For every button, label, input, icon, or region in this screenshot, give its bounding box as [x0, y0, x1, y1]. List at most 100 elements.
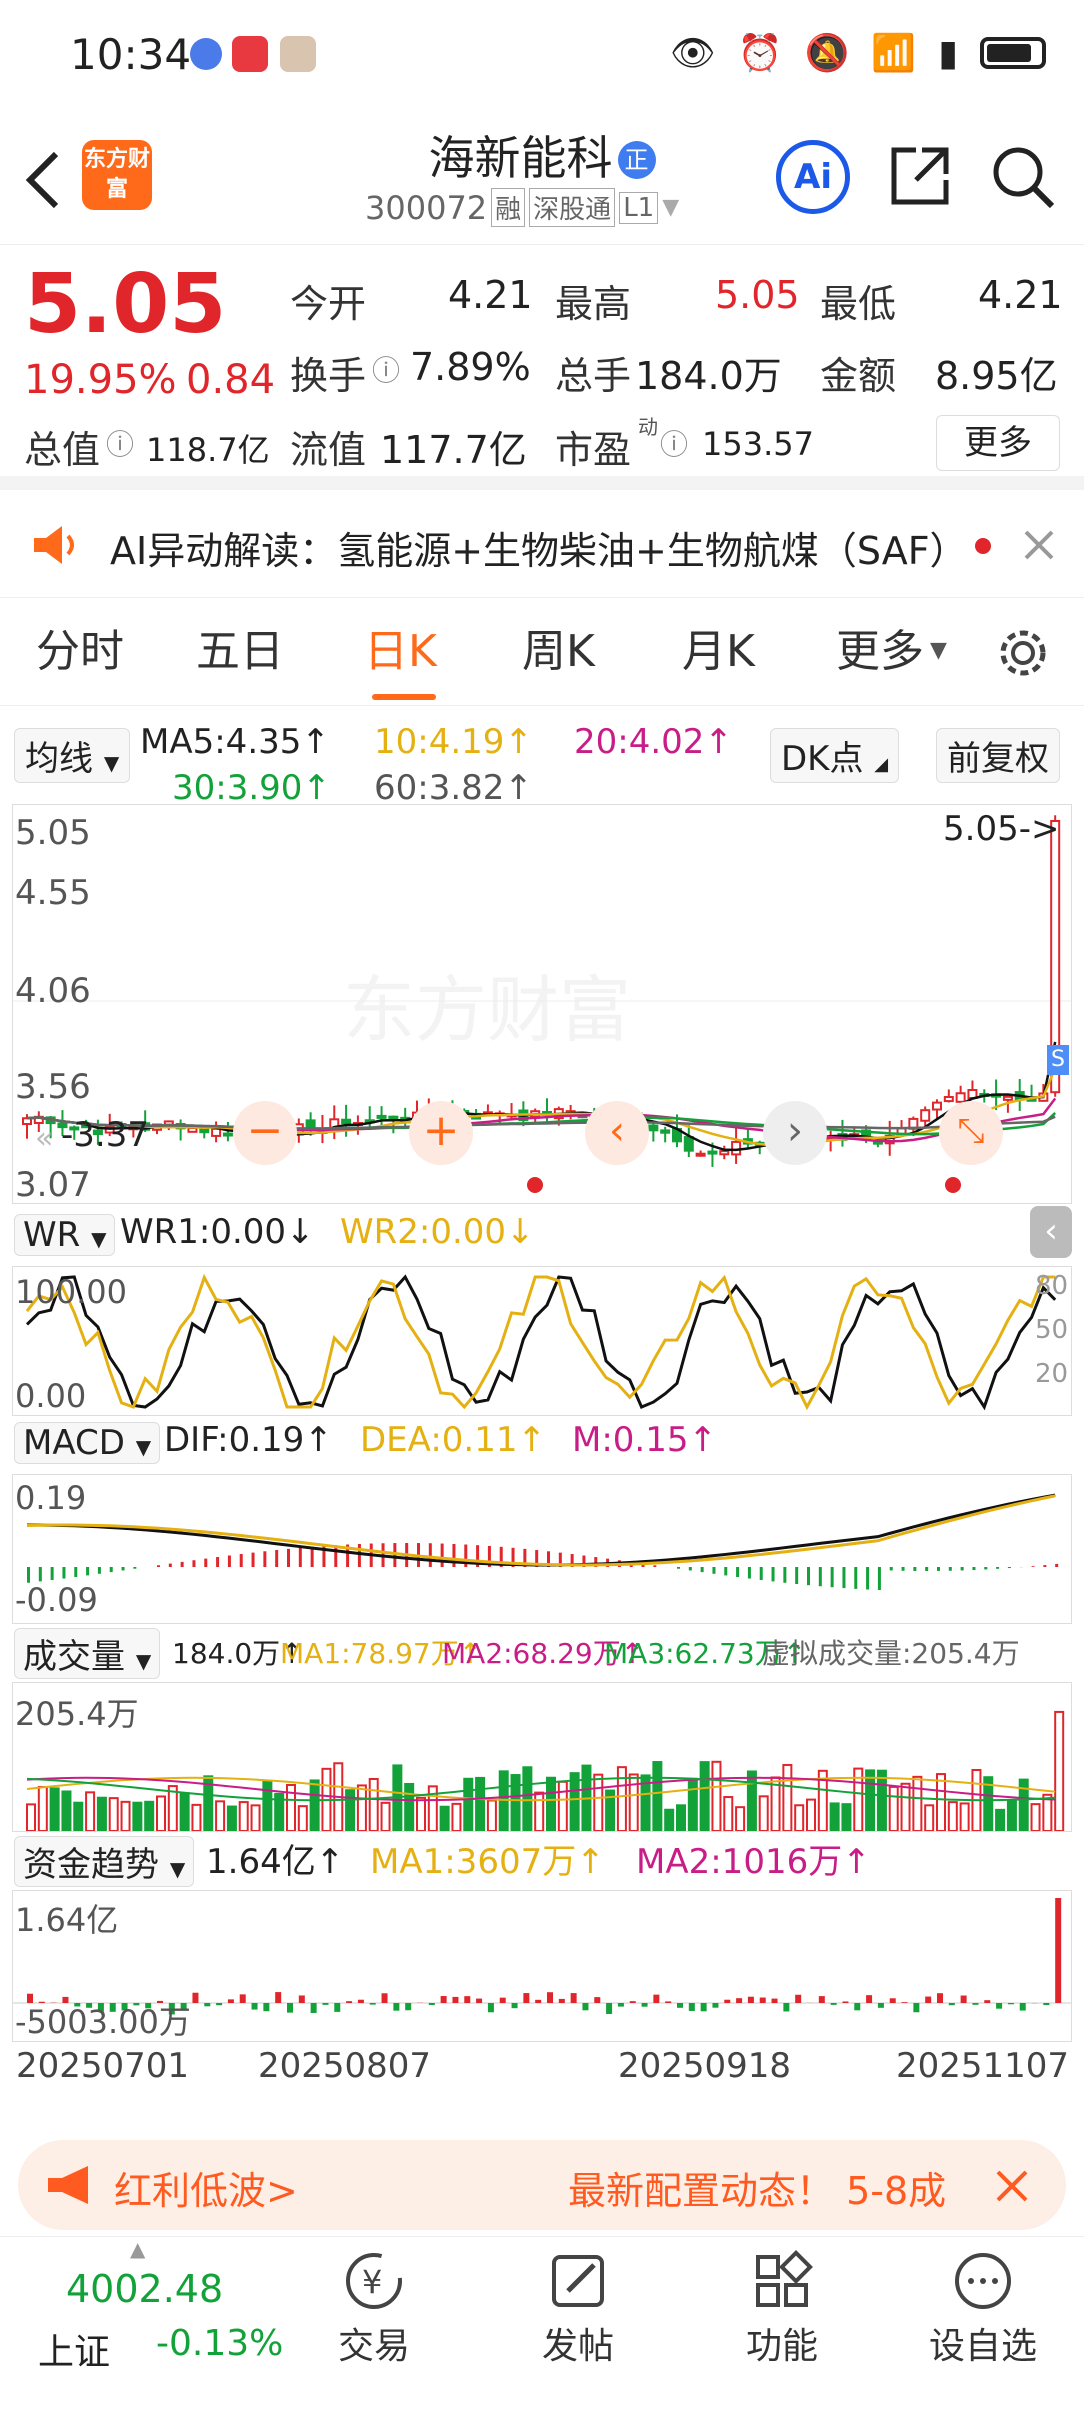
period-tabs: 分时 五日 日K 周K 月K 更多 ▼ [0, 598, 1084, 706]
banner-left-text[interactable]: 红利低波> [114, 2160, 298, 2215]
macd-panel[interactable]: 0.19 -0.09 [12, 1474, 1072, 1624]
signal-icon: ▮ [938, 32, 958, 74]
grid-icon [756, 2250, 813, 2307]
rewind-icon[interactable]: « [35, 1121, 53, 1156]
fund-bar [499, 1997, 506, 2003]
volume-panel[interactable]: 205.4万 [12, 1682, 1072, 1832]
m-value: M:0.15↑ [572, 1420, 717, 1460]
macd-select[interactable]: MACD ▼ [14, 1422, 161, 1464]
mcap-label: 总值 [24, 428, 101, 472]
next-button[interactable]: › [763, 1101, 827, 1165]
macd-bar [688, 1567, 692, 1571]
fund-bar [606, 2003, 613, 2014]
adjust-button[interactable]: 前复权 [936, 728, 1060, 783]
macd-bar [854, 1567, 858, 1589]
candle-panel[interactable]: 东方财富 5.05 4.55 4.06 3.56 3.07 5.05-> -3.… [12, 804, 1072, 1205]
caret-down-icon: ▼ [930, 638, 947, 663]
nav-add-watchlist[interactable]: 设自选 [928, 2249, 1038, 2369]
mute-icon: 🔕 [804, 33, 850, 74]
nav-add-watchlist-label: 设自选 [928, 2326, 1037, 2367]
fund-bar [547, 1992, 553, 2003]
fund-panel[interactable]: 1.64亿 -5003.00万 [12, 1890, 1072, 2042]
candle-body [388, 1115, 399, 1120]
tab-five-day[interactable]: 五日 [196, 598, 284, 706]
fund-bar [984, 2000, 991, 2003]
index-change[interactable]: -0.13% [156, 2323, 283, 2364]
prev-button[interactable]: ‹ [585, 1101, 649, 1165]
fund-bar [747, 1996, 754, 2003]
fund-trend-select[interactable]: 资金趋势 ▼ [14, 1836, 195, 1887]
zoom-in-button[interactable]: + [409, 1101, 473, 1165]
bottom-nav: ▲ 4002.48 上证 -0.13% ¥ 交易 发帖 功能 设自选 [0, 2236, 1084, 2412]
zoom-out-button[interactable]: − [233, 1101, 297, 1165]
volume-select[interactable]: 成交量 ▼ [14, 1628, 161, 1679]
fund-bar [322, 2003, 329, 2005]
stock-code-row: 300072 融 深股通 L1 ▼ [365, 188, 679, 227]
volume-bar [1006, 1799, 1017, 1831]
macd-bar [74, 1567, 78, 1577]
ai-button[interactable]: Ai [776, 140, 850, 214]
close-icon[interactable] [1022, 528, 1056, 562]
fund-bar [759, 1997, 766, 2003]
macd-bar [216, 1557, 220, 1567]
macd-bar [62, 1567, 66, 1579]
volume-bar [356, 1784, 367, 1831]
dk-point-button[interactable]: DK点 ◢ [770, 728, 900, 783]
candle-body [1002, 1095, 1013, 1101]
share-icon[interactable] [888, 144, 952, 208]
fund-bar [889, 1998, 896, 2003]
caret-up-icon[interactable]: ▲ [130, 2237, 145, 2261]
nav-trade[interactable]: ¥ 交易 [334, 2249, 414, 2369]
index-name[interactable]: 上证 [38, 2323, 110, 2375]
fund-bar [960, 1995, 967, 2003]
float-mcap-value: 117.7亿 [380, 428, 527, 472]
collapse-panel-button[interactable]: ‹ [1030, 1206, 1072, 1258]
fund-bar [1019, 2003, 1026, 2011]
wr-panel[interactable]: 100.00 0.00 80 50 20 [12, 1266, 1072, 1416]
ma-select[interactable]: 均线 ▼ [14, 728, 131, 783]
macd-bar [50, 1567, 54, 1580]
status-time: 10:34 [70, 30, 192, 79]
kline-chart-area[interactable]: 均线 ▼ MA5:4.35↑ 10:4.19↑ 20:4.02↑ 30:3.90… [0, 706, 1084, 2126]
tab-intraday[interactable]: 分时 [36, 598, 124, 706]
fund-bar [641, 2003, 648, 2007]
tab-daily-k[interactable]: 日K [364, 598, 437, 706]
fund-bar [405, 2003, 412, 2011]
macd-bar [913, 1567, 917, 1571]
fullscreen-icon[interactable]: ⤡ [939, 1101, 1003, 1165]
promo-banner[interactable]: 红利低波> 最新配置动态！ 5-8成 [18, 2140, 1066, 2230]
ai-alert-bar[interactable]: AI异动解读：氢能源+生物柴油+生物航煤（SAF） [0, 490, 1084, 598]
volume-bar [947, 1801, 958, 1831]
candle-body [695, 1152, 706, 1157]
caret-down-icon[interactable]: ▼ [662, 195, 679, 220]
tab-more[interactable]: 更多 [836, 598, 924, 706]
fund-bar [570, 1993, 577, 2003]
volume-bar [569, 1772, 580, 1831]
fund-bar [913, 2003, 920, 2013]
info-icon[interactable]: ⓘ [660, 423, 688, 463]
nav-functions-label: 功能 [745, 2326, 818, 2367]
ma5-value: MA5:4.35↑ [140, 722, 330, 762]
settings-gear-icon[interactable] [996, 626, 1050, 680]
macd-bar [996, 1567, 1000, 1569]
info-icon[interactable]: ⓘ [372, 349, 400, 389]
volume-bar [238, 1801, 249, 1831]
volume-bar [936, 1773, 946, 1831]
tab-weekly-k[interactable]: 周K [522, 598, 595, 706]
wr-select[interactable]: WR ▼ [14, 1214, 116, 1256]
macd-bar [747, 1567, 751, 1579]
banner-right-text[interactable]: 最新配置动态！ 5-8成 [568, 2160, 988, 2215]
more-button[interactable]: 更多 [936, 415, 1060, 471]
volume-bar [794, 1804, 805, 1831]
info-icon[interactable]: ⓘ [106, 423, 134, 463]
nav-post[interactable]: 发帖 [538, 2249, 618, 2369]
search-icon[interactable] [990, 144, 1056, 210]
fund-bar [192, 1992, 199, 2003]
index-value[interactable]: 4002.48 [66, 2267, 223, 2311]
nav-functions[interactable]: 功能 [742, 2249, 822, 2369]
candle-body [731, 1140, 742, 1156]
y-label-1: 5.05 [15, 813, 91, 853]
date-label: 20251107 [896, 2046, 1070, 2086]
close-icon[interactable] [994, 2168, 1030, 2204]
tab-monthly-k[interactable]: 月K [682, 598, 755, 706]
